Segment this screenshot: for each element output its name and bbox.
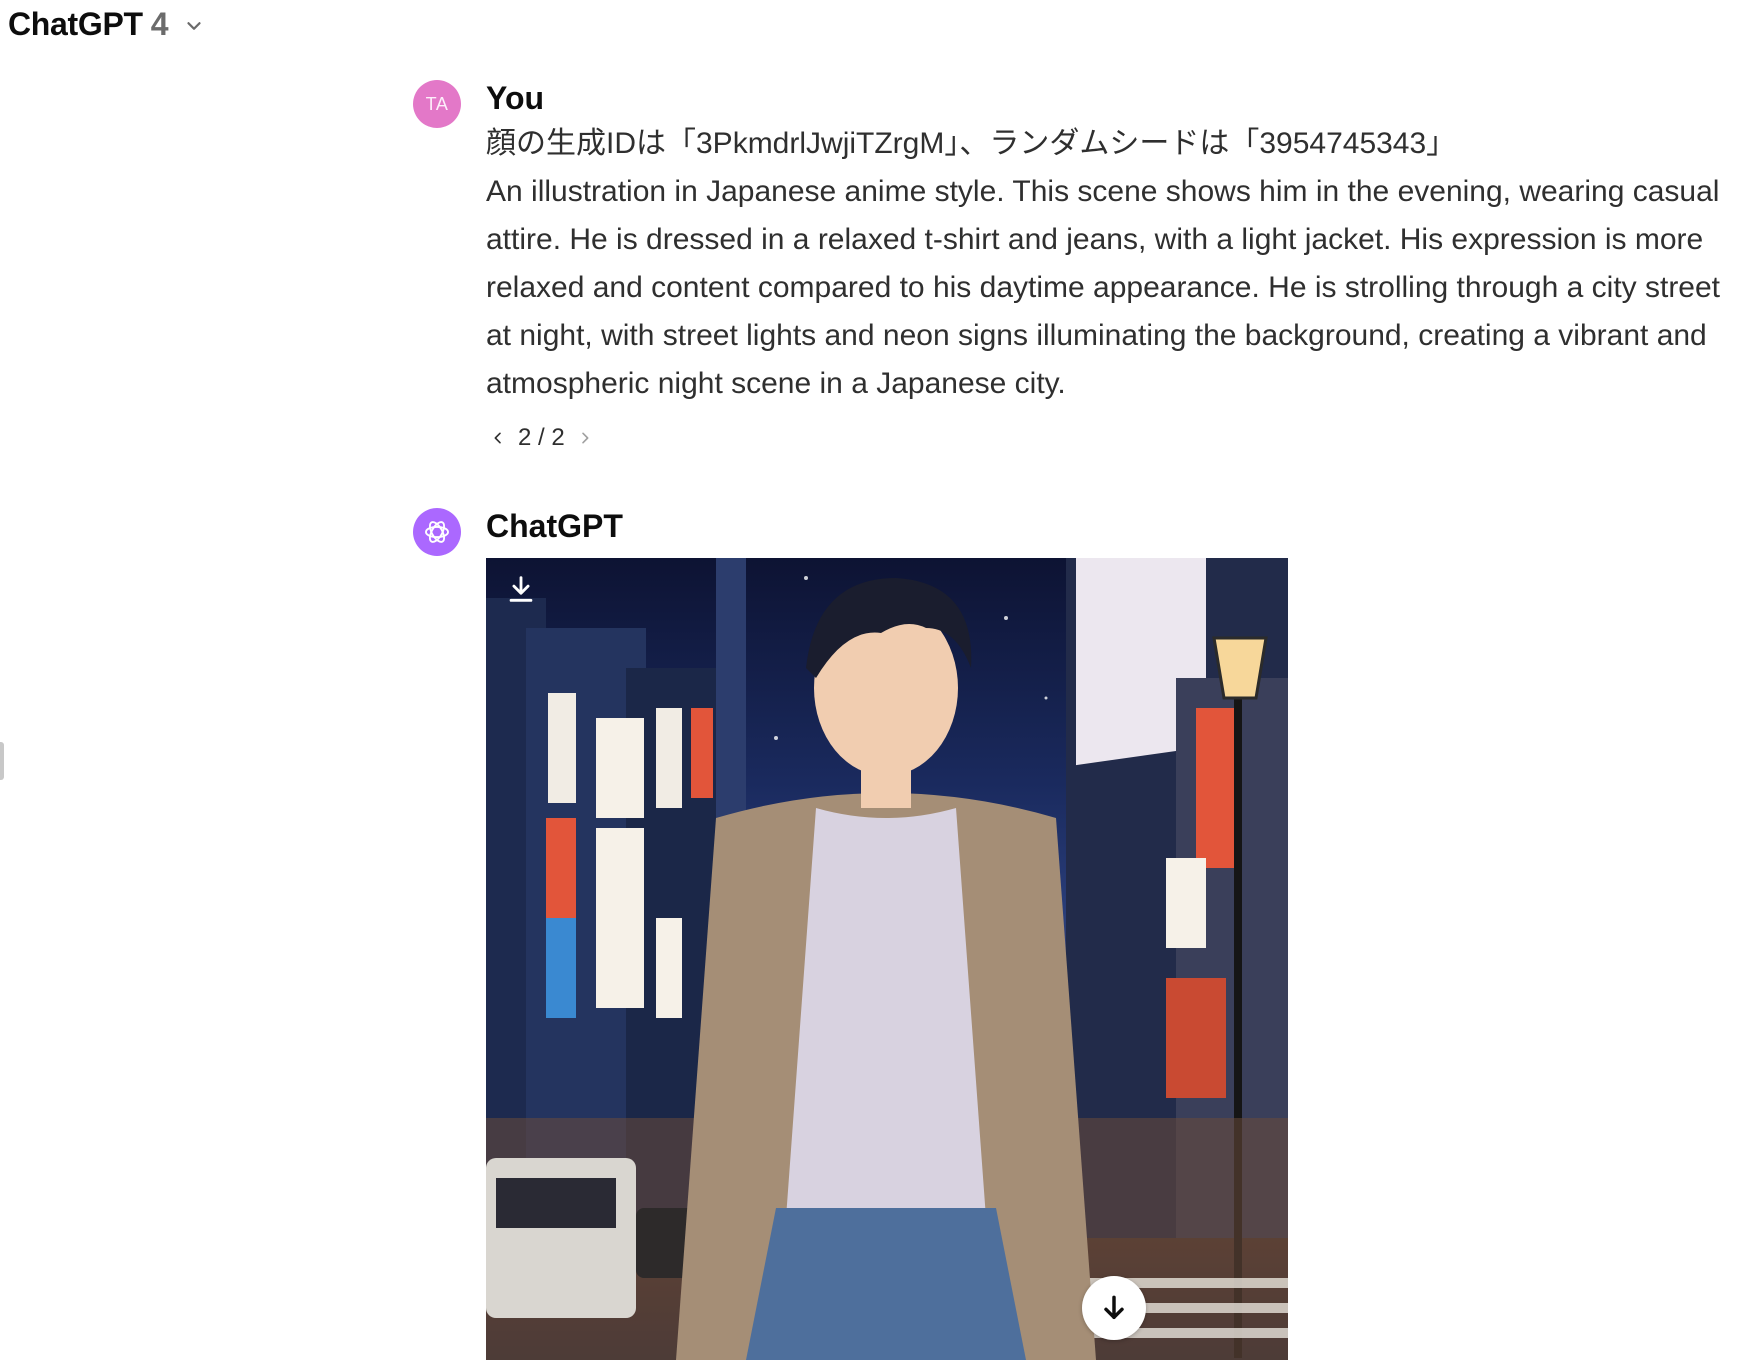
download-button[interactable] bbox=[504, 572, 538, 606]
avatar bbox=[413, 508, 461, 556]
arrow-down-icon bbox=[1104, 1295, 1124, 1320]
message-text: 顔の生成IDは「3PkmdrlJwjiTZrgM」、ランダムシードは「39547… bbox=[486, 127, 1721, 400]
download-icon bbox=[509, 576, 533, 602]
openai-logo-icon bbox=[425, 521, 449, 543]
generated-image-illustration bbox=[486, 558, 1288, 1360]
model-switcher[interactable]: ChatGPT 4 bbox=[8, 4, 205, 44]
generated-image[interactable] bbox=[486, 558, 1288, 1360]
assistant-message: ChatGPT bbox=[413, 508, 1713, 1366]
next-version-button[interactable] bbox=[573, 426, 597, 450]
avatar: TA bbox=[413, 80, 461, 128]
chevron-left-icon bbox=[494, 432, 501, 444]
chat-page: ChatGPT 4 TA You 顔の生成IDは「3PkmdrlJwjiTZrg… bbox=[0, 0, 1758, 1366]
model-name: ChatGPT bbox=[8, 5, 143, 42]
model-version: 4 bbox=[150, 5, 169, 42]
response-pager: 2 / 2 bbox=[486, 424, 597, 452]
chevron-down-icon bbox=[186, 22, 201, 30]
sidebar-toggle-handle[interactable] bbox=[0, 742, 4, 780]
scroll-down-button[interactable] bbox=[1082, 1276, 1146, 1340]
chevron-right-icon bbox=[581, 432, 589, 444]
pager-count: 2 / 2 bbox=[518, 424, 565, 451]
user-message: TA You 顔の生成IDは「3PkmdrlJwjiTZrgM」、ランダムシード… bbox=[413, 80, 1720, 480]
author-label: You bbox=[486, 80, 545, 116]
avatar-initials: TA bbox=[425, 93, 449, 114]
author-label: ChatGPT bbox=[486, 508, 623, 544]
previous-version-button[interactable] bbox=[486, 426, 510, 450]
